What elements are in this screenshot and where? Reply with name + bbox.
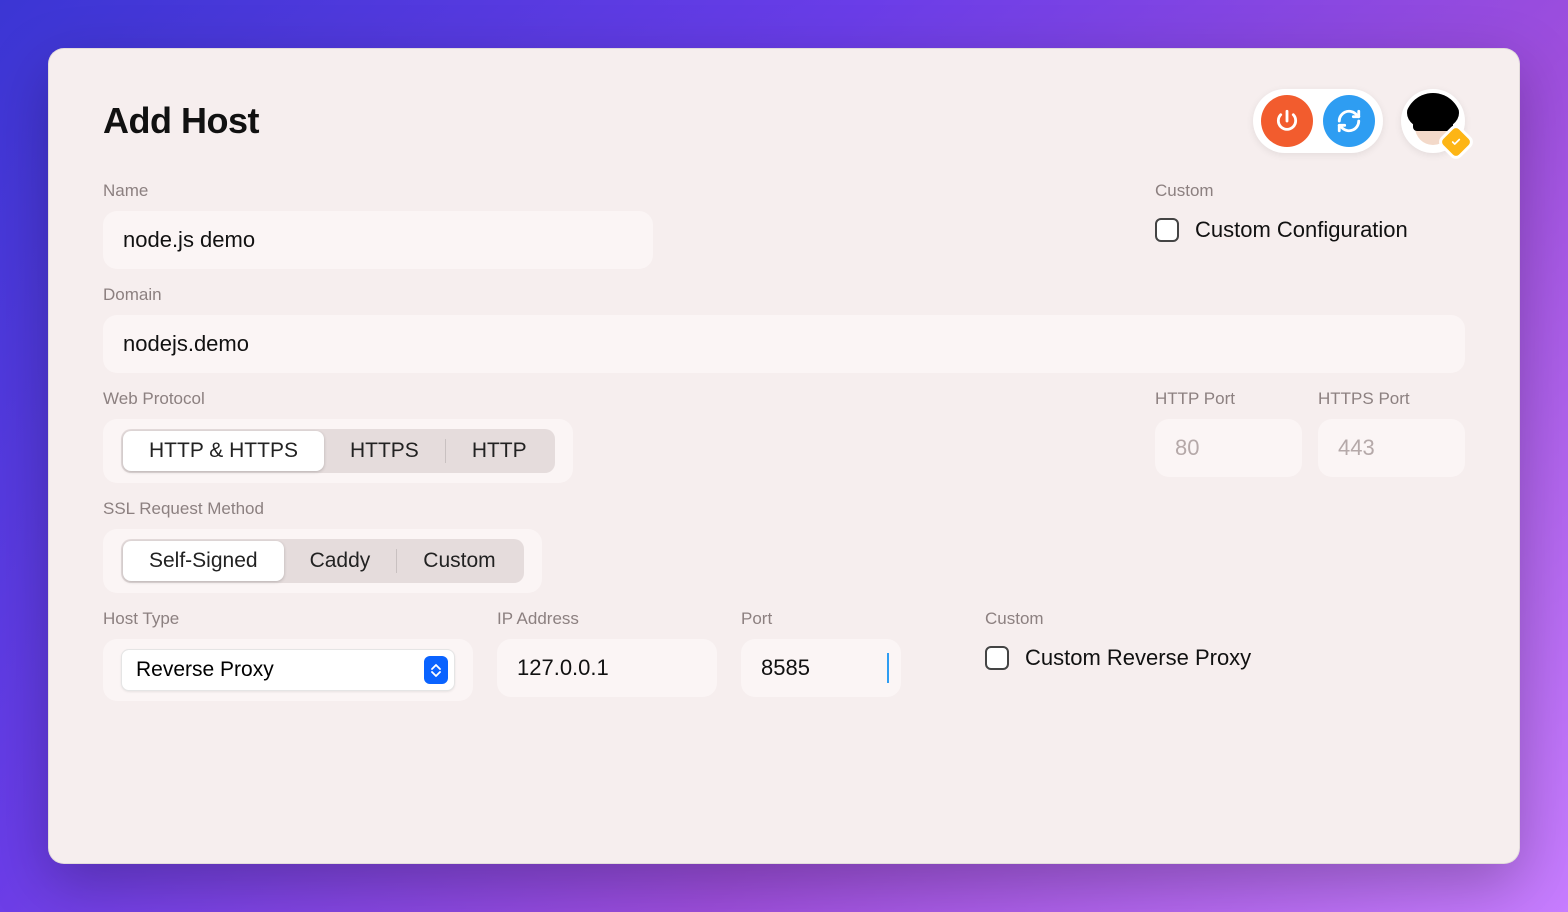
name-group: Name: [103, 181, 1115, 269]
header: Add Host: [103, 89, 1465, 153]
port-label: Port: [741, 609, 901, 629]
ip-address-group: IP Address: [497, 609, 717, 701]
header-controls: [1253, 89, 1465, 153]
http-port-label: HTTP Port: [1155, 389, 1302, 409]
custom-config-group: Custom Custom Configuration: [1155, 181, 1465, 269]
https-port-label: HTTPS Port: [1318, 389, 1465, 409]
domain-label: Domain: [103, 285, 1465, 305]
host-type-value: Reverse Proxy: [136, 658, 274, 682]
refresh-button[interactable]: [1323, 95, 1375, 147]
action-pill: [1253, 89, 1383, 153]
host-type-select[interactable]: Reverse Proxy: [121, 649, 455, 691]
custom-reverse-checkbox-label: Custom Reverse Proxy: [1025, 645, 1251, 671]
custom-reverse-group: Custom Custom Reverse Proxy: [925, 609, 1465, 701]
protocol-option-https[interactable]: HTTPS: [324, 431, 445, 471]
ssl-option-caddy[interactable]: Caddy: [284, 541, 397, 581]
custom-config-checkbox[interactable]: [1155, 218, 1179, 242]
custom-config-checkbox-label: Custom Configuration: [1195, 217, 1408, 243]
https-port-input[interactable]: [1318, 419, 1465, 477]
ip-address-input[interactable]: [497, 639, 717, 697]
host-type-group: Host Type Reverse Proxy: [103, 609, 473, 701]
name-input[interactable]: [103, 211, 653, 269]
port-group: Port: [741, 609, 901, 701]
web-protocol-group: Web Protocol HTTP & HTTPS HTTPS HTTP: [103, 389, 1115, 483]
domain-input[interactable]: [103, 315, 1465, 373]
http-port-input[interactable]: [1155, 419, 1302, 477]
ssl-method-segmented[interactable]: Self-Signed Caddy Custom: [121, 539, 524, 583]
web-protocol-label: Web Protocol: [103, 389, 1115, 409]
user-avatar[interactable]: [1401, 89, 1465, 153]
ssl-option-self-signed[interactable]: Self-Signed: [123, 541, 284, 581]
web-protocol-segmented[interactable]: HTTP & HTTPS HTTPS HTTP: [121, 429, 555, 473]
page-title: Add Host: [103, 100, 259, 142]
custom-reverse-section-label: Custom: [985, 609, 1465, 629]
power-button[interactable]: [1261, 95, 1313, 147]
refresh-icon: [1336, 108, 1362, 134]
ip-address-label: IP Address: [497, 609, 717, 629]
power-icon: [1274, 108, 1300, 134]
ssl-method-group: SSL Request Method Self-Signed Caddy Cus…: [103, 499, 1465, 593]
ssl-option-custom[interactable]: Custom: [397, 541, 521, 581]
ssl-method-label: SSL Request Method: [103, 499, 1465, 519]
name-label: Name: [103, 181, 1115, 201]
custom-reverse-checkbox[interactable]: [985, 646, 1009, 670]
select-arrows-icon: [424, 656, 448, 684]
custom-config-section-label: Custom: [1155, 181, 1465, 201]
host-type-label: Host Type: [103, 609, 473, 629]
protocol-option-http[interactable]: HTTP: [446, 431, 553, 471]
protocol-option-http-https[interactable]: HTTP & HTTPS: [123, 431, 324, 471]
domain-group: Domain: [103, 285, 1465, 373]
http-port-group: HTTP Port: [1155, 389, 1302, 483]
https-port-group: HTTPS Port: [1318, 389, 1465, 483]
add-host-window: Add Host: [48, 48, 1520, 864]
port-input[interactable]: [741, 639, 901, 697]
